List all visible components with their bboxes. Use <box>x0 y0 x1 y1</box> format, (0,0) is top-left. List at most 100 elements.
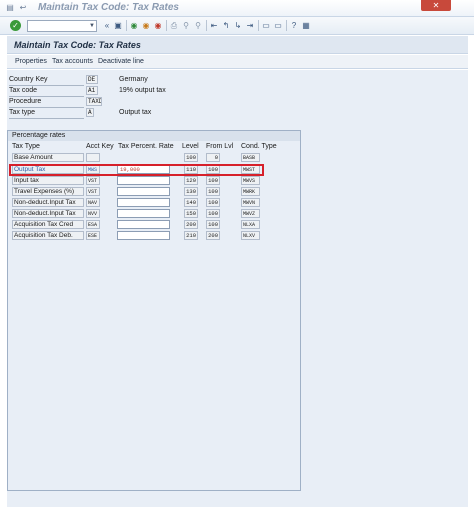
row-level: 140 <box>184 198 198 207</box>
row-tax-type: Non-deduct.Input Tax <box>12 198 84 207</box>
row-acct-key: NAV <box>86 198 100 207</box>
row-from-lvl: 200 <box>206 231 220 240</box>
row-acct-key: ESE <box>86 231 100 240</box>
page-title: Maintain Tax Code: Tax Rates <box>14 40 141 50</box>
highlight-box <box>9 164 264 176</box>
country-key-label: Country Key <box>9 76 48 83</box>
toolbar-separator <box>286 20 287 31</box>
last-page-icon[interactable]: ⇥ <box>245 20 255 31</box>
tax-rate-input[interactable] <box>117 176 170 185</box>
exit-icon[interactable]: ◉ <box>141 20 151 31</box>
help-icon[interactable]: ? <box>289 20 299 31</box>
cancel-icon[interactable]: ◉ <box>153 20 163 31</box>
collapse-icon[interactable]: « <box>102 20 112 31</box>
enter-check-icon[interactable]: ✓ <box>10 20 21 31</box>
row-acct-key: VST <box>86 187 100 196</box>
back-arrow-icon[interactable]: ↩ <box>18 3 28 13</box>
tax-code-field[interactable]: A1 <box>86 86 98 95</box>
previous-page-icon[interactable]: ↰ <box>221 20 231 31</box>
tax-code-description: 19% output tax <box>119 87 166 94</box>
toolbar-separator <box>166 20 167 31</box>
deactivate-line-button[interactable]: Deactivate line <box>98 58 144 65</box>
row-tax-type: Non-deduct.Input Tax <box>12 209 84 218</box>
row-from-lvl: 0 <box>206 153 220 162</box>
toolbar-separator <box>126 20 127 31</box>
window-icons: ▤ ↩ <box>5 3 28 13</box>
row-acct-key: NVV <box>86 209 100 218</box>
next-page-icon[interactable]: ↳ <box>233 20 243 31</box>
row-from-lvl: 100 <box>206 187 220 196</box>
standard-toolbar: ✓ ▼ « ▣ ◉ ◉ ◉ ⎙ ⚲ ⚲ ⇤ ↰ ↳ ⇥ ▭ ▭ ? ▦ <box>0 17 474 35</box>
row-acct-key <box>86 153 100 162</box>
row-tax-type: Travel Expenses (%) <box>12 187 84 196</box>
shortcut-icon[interactable]: ▭ <box>273 20 283 31</box>
procedure-field[interactable]: TAXD <box>86 97 102 106</box>
tax-rate-input[interactable] <box>117 187 170 196</box>
row-from-lvl: 100 <box>206 176 220 185</box>
row-cond-type: MWVS <box>241 176 260 185</box>
label-underline <box>9 85 84 86</box>
row-from-lvl: 100 <box>206 220 220 229</box>
row-tax-type: Acquisition Tax Deb. <box>12 231 84 240</box>
row-level: 100 <box>184 153 198 162</box>
group-header: Percentage rates <box>8 131 300 141</box>
row-cond-type: MWVN <box>241 198 260 207</box>
row-cond-type: MWVZ <box>241 209 260 218</box>
toolbar-separator <box>258 20 259 31</box>
col-header-acct-key: Acct Key <box>86 143 114 150</box>
tax-rate-input[interactable] <box>117 220 170 229</box>
row-level: 120 <box>184 176 198 185</box>
col-header-from-lvl: From Lvl <box>206 143 234 150</box>
label-underline <box>9 96 84 97</box>
screen-header: Maintain Tax Code: Tax Rates <box>7 36 468 54</box>
tax-rate-input[interactable] <box>117 231 170 240</box>
row-cond-type: BASB <box>241 153 260 162</box>
row-level: 130 <box>184 187 198 196</box>
procedure-label: Procedure <box>9 98 42 105</box>
row-cond-type: NLXA <box>241 220 260 229</box>
command-field[interactable]: ▼ <box>27 20 97 32</box>
tax-type-description: Output tax <box>119 109 152 116</box>
row-tax-type: Base Amount <box>12 153 84 162</box>
label-underline <box>9 118 84 119</box>
row-level: 210 <box>184 231 198 240</box>
col-header-cond-type: Cond. Type <box>241 143 277 150</box>
row-tax-type: Acquisition Tax Cred <box>12 220 84 229</box>
window-title: Maintain Tax Code: Tax Rates <box>38 2 179 13</box>
tax-rate-input[interactable] <box>117 209 170 218</box>
row-cond-type: NLXV <box>241 231 260 240</box>
row-cond-type: MWRK <box>241 187 260 196</box>
find-icon[interactable]: ⚲ <box>181 20 191 31</box>
row-acct-key: VST <box>86 176 100 185</box>
find-next-icon[interactable]: ⚲ <box>193 20 203 31</box>
chevron-down-icon[interactable]: ▼ <box>89 21 95 31</box>
menu-icon[interactable]: ▤ <box>5 3 15 13</box>
row-from-lvl: 100 <box>206 209 220 218</box>
tax-type-label: Tax type <box>9 109 36 116</box>
layout-icon[interactable]: ▦ <box>301 20 311 31</box>
row-level: 150 <box>184 209 198 218</box>
properties-button[interactable]: Properties <box>15 58 47 65</box>
row-level: 200 <box>184 220 198 229</box>
new-session-icon[interactable]: ▭ <box>261 20 271 31</box>
close-button[interactable]: ✕ <box>421 0 451 11</box>
country-name-text: Germany <box>119 76 148 83</box>
col-header-tax-type: Tax Type <box>12 143 40 150</box>
row-acct-key: ESA <box>86 220 100 229</box>
row-from-lvl: 100 <box>206 198 220 207</box>
save-icon[interactable]: ▣ <box>113 20 123 31</box>
back-icon[interactable]: ◉ <box>129 20 139 31</box>
group-title: Percentage rates <box>12 132 66 139</box>
tax-rate-input[interactable] <box>117 198 170 207</box>
col-header-level: Level <box>182 143 199 150</box>
toolbar-separator <box>206 20 207 31</box>
tax-accounts-button[interactable]: Tax accounts <box>52 58 93 65</box>
row-tax-type: Input tax <box>12 176 84 185</box>
tax-type-field[interactable]: A <box>86 108 94 117</box>
tax-code-label: Tax code <box>9 87 38 94</box>
application-toolbar: Properties Tax accounts Deactivate line <box>7 55 468 69</box>
country-key-field[interactable]: DE <box>86 75 98 84</box>
label-underline <box>9 107 84 108</box>
first-page-icon[interactable]: ⇤ <box>209 20 219 31</box>
print-icon[interactable]: ⎙ <box>169 20 179 31</box>
